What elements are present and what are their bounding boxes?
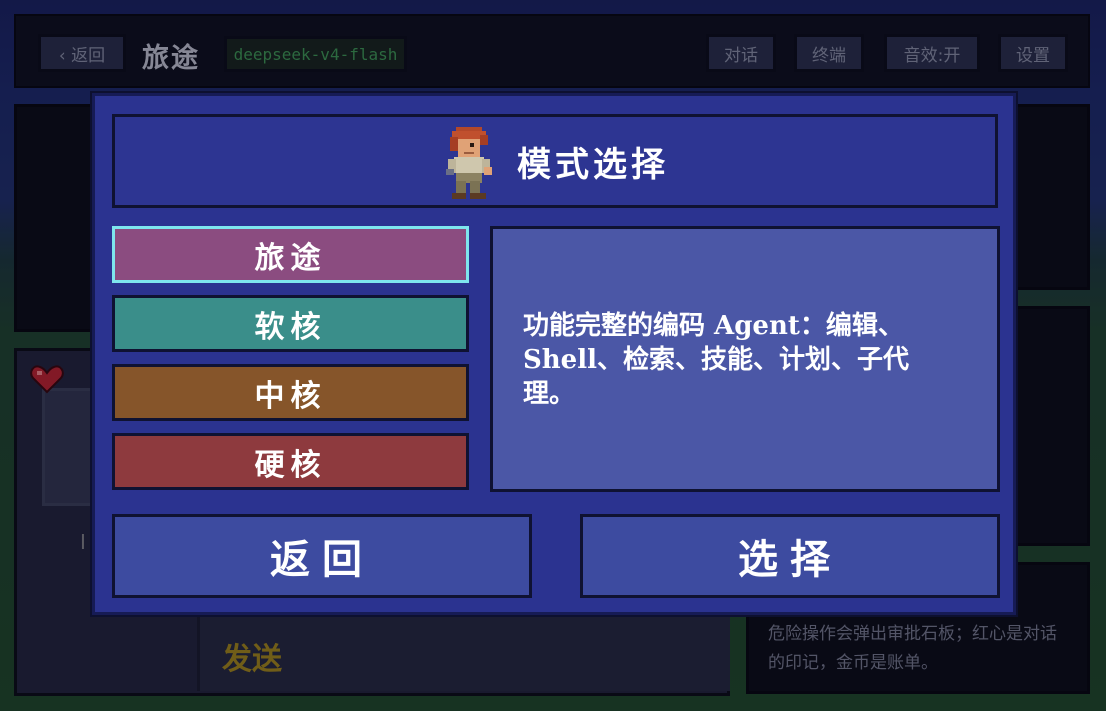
mode-softcore-button[interactable]: 软核 <box>112 295 469 352</box>
mode-select-dialog: 模式选择 旅途 软核 中核 硬核 功能完整的编码 Agent：编辑、Shell、… <box>92 93 1016 615</box>
dialog-header: 模式选择 <box>112 114 998 208</box>
guide-character-icon <box>446 127 492 199</box>
dialog-select-button[interactable]: 选择 <box>580 514 1000 598</box>
mode-description-panel: 功能完整的编码 Agent：编辑、Shell、检索、技能、计划、子代理。 <box>490 226 1000 492</box>
mode-description-text: 功能完整的编码 Agent：编辑、Shell、检索、技能、计划、子代理。 <box>523 311 909 409</box>
dialog-back-button[interactable]: 返回 <box>112 514 532 598</box>
mode-journey-button[interactable]: 旅途 <box>112 226 469 283</box>
mode-hardcore-button[interactable]: 硬核 <box>112 433 469 490</box>
mode-mediumcore-button[interactable]: 中核 <box>112 364 469 421</box>
dialog-title: 模式选择 <box>517 145 669 185</box>
